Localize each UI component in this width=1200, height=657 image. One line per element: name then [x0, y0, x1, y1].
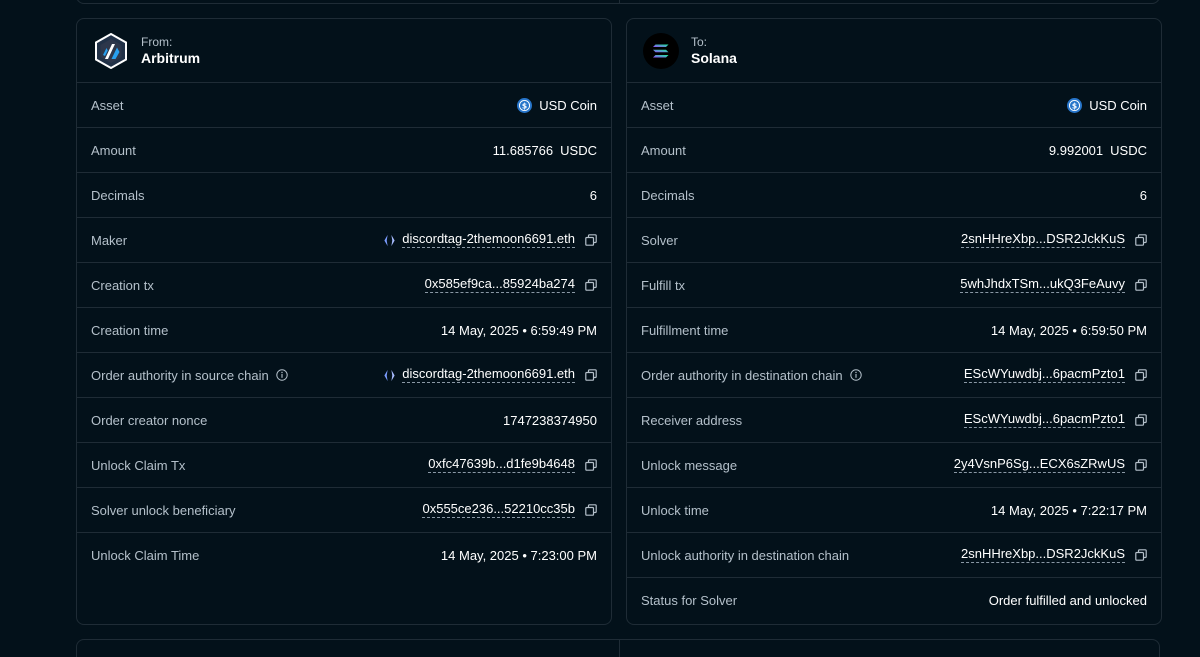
status-value: Order fulfilled and unlocked: [988, 593, 1147, 608]
unlock-authority-link[interactable]: 2snHHreXbp...DSR2JckKuS: [960, 547, 1125, 563]
destination-unlock-message-row: Unlock message 2y4VsnP6Sg...ECX6sZRwUS: [627, 443, 1161, 488]
creation-time-value: 14 May, 2025 • 6:59:49 PM: [440, 322, 597, 338]
unlock-claim-tx-link[interactable]: 0xfc47639b...d1fe9b4648: [428, 457, 575, 473]
copy-icon[interactable]: [1135, 459, 1147, 471]
destination-receiver-row: Receiver address EScWYuwdbj...6pacmPzto1: [627, 398, 1161, 443]
copy-icon[interactable]: [585, 504, 597, 516]
receiver-address-link[interactable]: EScWYuwdbj...6pacmPzto1: [963, 412, 1125, 428]
destination-amount-row: Amount 9.992001 USDC: [627, 128, 1161, 173]
copy-icon[interactable]: [1135, 549, 1147, 561]
usdc-icon: $: [1067, 97, 1083, 113]
info-icon[interactable]: [276, 369, 288, 381]
copy-icon[interactable]: [585, 459, 597, 471]
destination-amount-value: 9.992001: [1048, 142, 1104, 158]
destination-order-authority-row: Order authority in destination chain ESc…: [627, 353, 1161, 398]
copy-icon[interactable]: [585, 369, 597, 381]
info-icon[interactable]: [849, 369, 862, 381]
destination-panel-header: To: Solana: [627, 19, 1161, 83]
svg-text:$: $: [1072, 101, 1077, 110]
order-authority-destination-link[interactable]: EScWYuwdbj...6pacmPzto1: [963, 367, 1125, 383]
copy-icon[interactable]: [585, 279, 597, 291]
destination-decimals-value: 6: [1139, 187, 1147, 203]
destination-chain-name: Solana: [691, 49, 737, 66]
destination-fulfillment-time-row: Fulfillment time 14 May, 2025 • 6:59:50 …: [627, 308, 1161, 353]
source-chain-name: Arbitrum: [141, 49, 201, 66]
destination-asset-row: Asset $ USD Coin: [627, 83, 1161, 128]
destination-chain-panel: To: Solana Asset $ USD Coin Amount 9.992…: [626, 18, 1162, 625]
nonce-value: 1747238374950: [503, 412, 597, 428]
unlock-time-value: 14 May, 2025 • 7:22:17 PM: [990, 502, 1147, 518]
destination-unlock-authority-row: Unlock authority in destination chain 2s…: [627, 533, 1161, 578]
solver-link[interactable]: 2snHHreXbp...DSR2JckKuS: [960, 232, 1125, 248]
source-creation-time-row: Creation time 14 May, 2025 • 6:59:49 PM: [77, 308, 611, 353]
unlock-message-link[interactable]: 2y4VsnP6Sg...ECX6sZRwUS: [953, 457, 1125, 473]
order-details-page: From: Arbitrum Asset $ USD Coin Amount 1…: [0, 0, 1200, 657]
beneficiary-link[interactable]: 0x555ce236...52210cc35b: [422, 502, 575, 518]
source-amount-row: Amount 11.685766 USDC: [77, 128, 611, 173]
source-amount-unit: USDC: [560, 142, 597, 158]
source-asset-value: USD Coin: [539, 97, 597, 113]
destination-asset-value: USD Coin: [1089, 97, 1147, 113]
destination-decimals-row: Decimals 6: [627, 173, 1161, 218]
destination-direction-label: To:: [691, 34, 708, 49]
source-asset-row: Asset $ USD Coin: [77, 83, 611, 128]
next-section-edge: [76, 639, 1160, 657]
arbitrum-logo: [95, 32, 127, 69]
copy-icon[interactable]: [1135, 279, 1147, 291]
destination-unlock-time-row: Unlock time 14 May, 2025 • 7:22:17 PM: [627, 488, 1161, 533]
source-order-authority-row: Order authority in source chain discordt…: [77, 353, 611, 398]
source-unlock-claim-tx-row: Unlock Claim Tx 0xfc47639b...d1fe9b4648: [77, 443, 611, 488]
previous-section-edge: [76, 0, 1160, 4]
copy-icon[interactable]: [1135, 369, 1147, 381]
source-beneficiary-row: Solver unlock beneficiary 0x555ce236...5…: [77, 488, 611, 533]
source-maker-row: Maker discordtag-2themoon6691.eth: [77, 218, 611, 263]
source-amount-value: 11.685766: [492, 142, 554, 158]
ens-icon: [384, 369, 395, 381]
destination-status-row: Status for Solver Order fulfilled and un…: [641, 593, 1147, 608]
copy-icon[interactable]: [1135, 414, 1147, 426]
copy-icon[interactable]: [585, 234, 597, 246]
fulfillment-time-value: 14 May, 2025 • 6:59:50 PM: [990, 322, 1147, 338]
source-creation-tx-row: Creation tx 0x585ef9ca...85924ba274: [77, 263, 611, 308]
fulfill-tx-link[interactable]: 5whJhdxTSm...ukQ3FeAuvy: [960, 277, 1125, 293]
source-decimals-row: Decimals 6: [77, 173, 611, 218]
ens-icon: [384, 234, 395, 246]
source-chain-panel: From: Arbitrum Asset $ USD Coin Amount 1…: [76, 18, 612, 625]
copy-icon[interactable]: [1135, 234, 1147, 246]
source-decimals-value: 6: [589, 187, 597, 203]
order-authority-source-link[interactable]: discordtag-2themoon6691.eth: [402, 367, 575, 383]
usdc-icon: $: [517, 97, 533, 113]
source-direction-label: From:: [141, 34, 173, 49]
maker-link[interactable]: discordtag-2themoon6691.eth: [402, 232, 575, 248]
source-nonce-row: Order creator nonce 1747238374950: [77, 398, 611, 443]
unlock-claim-time-value: 14 May, 2025 • 7:23:00 PM: [440, 548, 597, 563]
svg-text:$: $: [522, 101, 527, 110]
creation-tx-link[interactable]: 0x585ef9ca...85924ba274: [424, 277, 575, 293]
destination-fulfill-tx-row: Fulfill tx 5whJhdxTSm...ukQ3FeAuvy: [627, 263, 1161, 308]
source-unlock-claim-time-row: Unlock Claim Time 14 May, 2025 • 7:23:00…: [91, 548, 597, 563]
solana-logo: [643, 32, 679, 69]
destination-amount-unit: USDC: [1110, 142, 1147, 158]
destination-solver-row: Solver 2snHHreXbp...DSR2JckKuS: [627, 218, 1161, 263]
source-panel-header: From: Arbitrum: [77, 19, 611, 83]
